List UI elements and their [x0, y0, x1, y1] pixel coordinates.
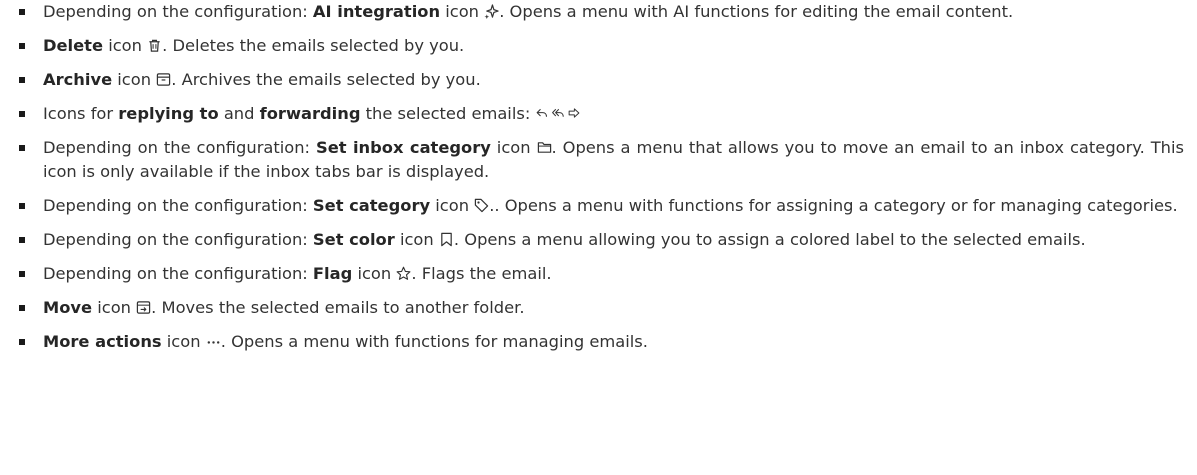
ai-sparkle-icon [484, 4, 499, 19]
item-term: Set color [312, 230, 395, 249]
item-suffix: . Opens a menu allowing you to assign a … [453, 230, 1086, 249]
item-mid: icon [440, 2, 479, 21]
bullet-marker [19, 9, 25, 15]
item-mid: icon [92, 298, 131, 317]
item-term: Set category [312, 196, 431, 215]
forward-icon [568, 107, 580, 119]
list-item-move: Move icon . Moves the selected emails to… [19, 296, 1184, 320]
item-prefix: Icons for [43, 104, 119, 123]
item-mid: icon [430, 196, 470, 215]
item-suffix: . Flags the email. [411, 264, 552, 283]
item-mid: icon [394, 230, 434, 249]
item-suffix: . Opens a menu with AI functions for edi… [499, 2, 1014, 21]
bullet-marker [19, 203, 25, 209]
list-item-set-color: Depending on the configuration: Set colo… [19, 228, 1184, 252]
list-item-ai-integration: Depending on the configuration: AI integ… [19, 0, 1184, 24]
list-item-flag: Depending on the configuration: Flag ico… [19, 262, 1184, 286]
item-mid: icon [352, 264, 392, 283]
reply-all-icon [551, 107, 564, 119]
item-mid: icon [161, 332, 201, 351]
item-suffix: . Deletes the emails selected by you. [162, 36, 465, 55]
bullet-marker [19, 339, 25, 345]
tag-icon [474, 198, 489, 213]
folder-icon [537, 140, 552, 155]
list-item-more-actions: More actions icon . Opens a menu with fu… [19, 330, 1184, 354]
list-item-archive: Archive icon . Archives the emails selec… [19, 68, 1184, 92]
item-term-2: forwarding [259, 104, 361, 123]
item-mid: icon [490, 138, 531, 157]
bullet-marker [19, 77, 25, 83]
list-item-delete: Delete icon . Deletes the emails selecte… [19, 34, 1184, 58]
item-prefix: Depending on the configuration: [43, 230, 313, 249]
item-term: Set inbox category [315, 138, 491, 157]
feature-list: Depending on the configuration: AI integ… [0, 0, 1184, 354]
move-folder-icon [136, 300, 151, 315]
item-term: Flag [312, 264, 353, 283]
bookmark-icon [439, 232, 454, 247]
list-item-reply-forward: Icons for replying to and forwarding the… [19, 102, 1184, 126]
bullet-marker [19, 43, 25, 49]
list-item-inbox-category: Depending on the configuration: Set inbo… [19, 136, 1184, 184]
bullet-marker [19, 237, 25, 243]
item-prefix: Depending on the configuration: [43, 2, 313, 21]
item-term: Archive [43, 70, 113, 89]
list-item-set-category: Depending on the configuration: Set cate… [19, 194, 1184, 218]
trash-icon [147, 38, 162, 53]
item-term: Delete [43, 36, 104, 55]
item-mid: and [218, 104, 260, 123]
item-suffix: . Moves the selected emails to another f… [151, 298, 525, 317]
item-mid: icon [112, 70, 152, 89]
item-suffix: the selected emails: [360, 104, 531, 123]
star-icon [396, 266, 411, 281]
item-suffix: . Opens a menu with functions for managi… [220, 332, 648, 351]
item-suffix: .. Opens a menu with functions for assig… [489, 196, 1178, 215]
item-prefix: Depending on the configuration: [43, 196, 313, 215]
item-term: More actions [43, 332, 162, 351]
item-suffix: . Archives the emails selected by you. [171, 70, 481, 89]
bullet-marker [19, 111, 25, 117]
item-prefix: Depending on the configuration: [43, 138, 316, 157]
bullet-marker [19, 145, 25, 151]
item-mid: icon [103, 36, 142, 55]
item-term: Move [43, 298, 93, 317]
archive-icon [156, 72, 171, 87]
more-dots-icon [206, 334, 221, 349]
item-term: AI integration [312, 2, 441, 21]
item-prefix: Depending on the configuration: [43, 264, 313, 283]
item-term: replying to [118, 104, 219, 123]
reply-icon [536, 107, 548, 119]
bullet-marker [19, 305, 25, 311]
bullet-marker [19, 271, 25, 277]
